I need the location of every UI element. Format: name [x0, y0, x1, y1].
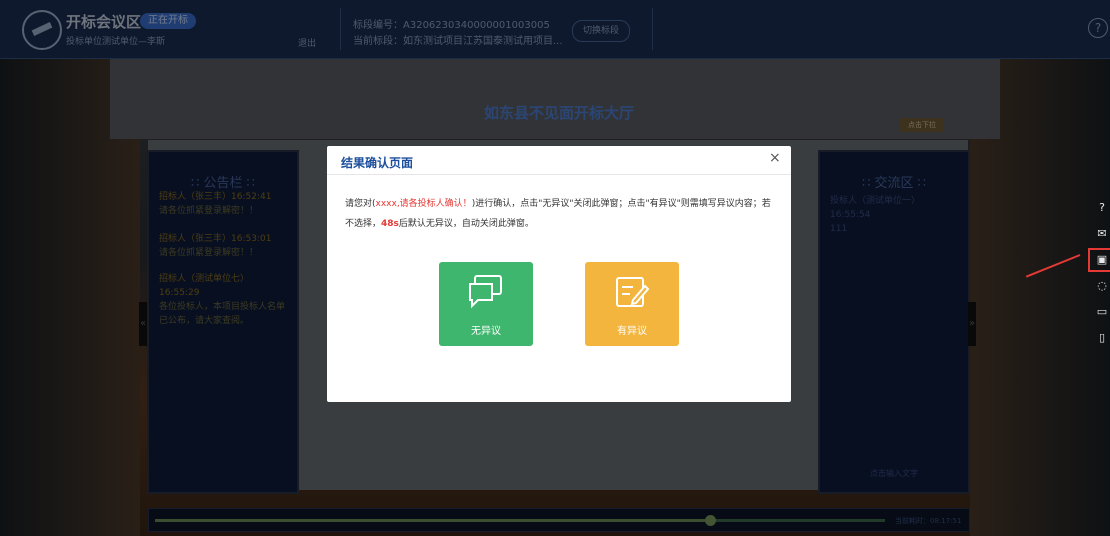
confirm-dialog: 结果确认页面 × 请您对(xxxx,请各投标人确认！)进行确认，点击"无异议"关… — [327, 146, 791, 402]
mail-icon[interactable]: ✉ — [1094, 226, 1110, 242]
highlight-box — [1088, 248, 1110, 272]
objection-button[interactable]: 有异议 — [585, 262, 679, 346]
chat-bubble-icon — [469, 275, 502, 309]
chat-icon[interactable]: ◌ — [1094, 278, 1110, 294]
comment-icon[interactable]: ▭ — [1094, 304, 1110, 320]
divider — [327, 174, 791, 175]
no-objection-button[interactable]: 无异议 — [439, 262, 533, 346]
edit-note-icon — [616, 277, 650, 307]
book-icon[interactable]: ▯ — [1094, 330, 1110, 346]
dialog-title: 结果确认页面 — [341, 156, 414, 170]
dialog-message: 请您对(xxxx,请各投标人确认！)进行确认，点击"无异议"关闭此弹窗；点击"有… — [345, 199, 771, 229]
close-icon[interactable]: × — [769, 150, 781, 166]
help-icon[interactable]: ? — [1094, 200, 1110, 216]
